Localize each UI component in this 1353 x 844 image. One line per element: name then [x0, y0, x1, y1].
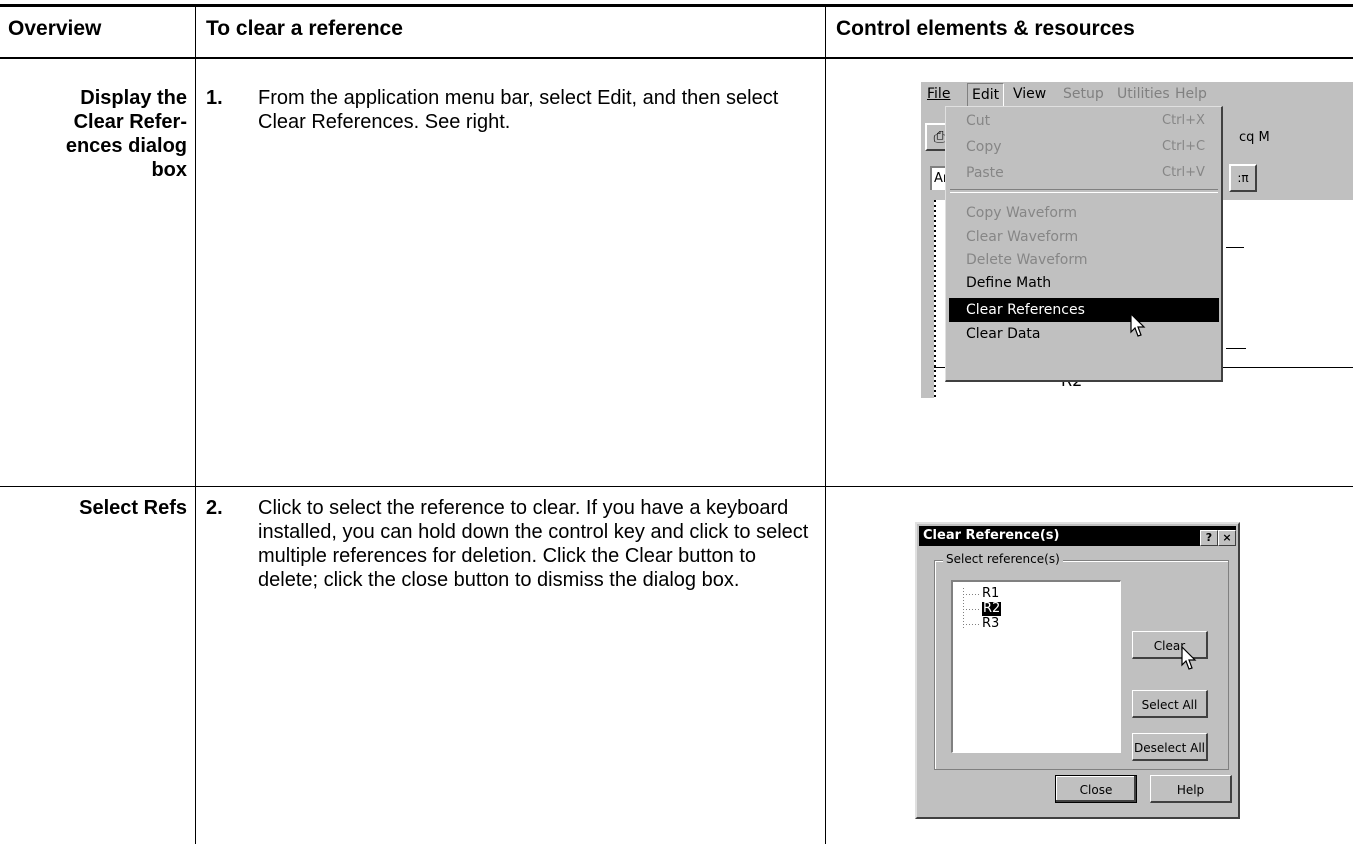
step-number-1: 1. — [206, 87, 223, 109]
shortcut-copy: Ctrl+C — [1162, 139, 1206, 154]
waveform-trace — [1226, 348, 1246, 349]
menu-separator — [950, 189, 1218, 193]
toolbar-fragment: cq M — [1239, 130, 1270, 145]
clear-references-dialog: Clear Reference(s) ? × Select reference(… — [915, 522, 1240, 819]
edit-menu-screenshot: File Edit View Setup Utilities Help ⎙ Am… — [921, 82, 1353, 398]
help-icon[interactable]: ? — [1200, 530, 1218, 546]
tree-branch — [963, 594, 981, 595]
header-overview: Overview — [8, 17, 102, 40]
menu-item-cut[interactable]: Cut — [966, 113, 990, 129]
edit-dropdown-menu: Cut Ctrl+X Copy Ctrl+C Paste Ctrl+V Copy… — [945, 106, 1223, 382]
header-resources: Control elements & resources — [836, 17, 1135, 40]
shortcut-cut: Ctrl+X — [1162, 113, 1205, 128]
select-all-button[interactable]: Select All — [1132, 690, 1208, 718]
menu-item-clear-waveform[interactable]: Clear Waveform — [966, 229, 1078, 245]
toolbar-button-fragment[interactable]: :π — [1229, 164, 1257, 192]
menu-edit[interactable]: Edit — [967, 83, 1005, 107]
menu-item-clear-references[interactable]: Clear References — [966, 302, 1085, 318]
reference-list[interactable]: R1 R2 R3 — [951, 580, 1121, 753]
step-text-1: From the application menu bar, select Ed… — [258, 87, 779, 133]
overview-step-1: Display the Clear Refer- ences dialog bo… — [65, 87, 187, 181]
tree-branch — [963, 609, 981, 610]
header-rule — [0, 57, 1353, 59]
menu-item-define-math[interactable]: Define Math — [966, 275, 1051, 291]
menu-item-clear-data[interactable]: Clear Data — [966, 326, 1041, 342]
header-procedure: To clear a reference — [206, 17, 403, 40]
list-item-r3[interactable]: R3 — [982, 617, 999, 631]
waveform-trace — [1226, 247, 1244, 248]
mouse-pointer-icon — [1130, 313, 1146, 337]
help-button[interactable]: Help — [1150, 775, 1232, 803]
shortcut-paste: Ctrl+V — [1162, 165, 1205, 180]
waveform-axis — [934, 200, 936, 398]
menu-utilities[interactable]: Utilities — [1117, 86, 1170, 102]
close-icon[interactable]: × — [1218, 530, 1236, 546]
mouse-pointer-icon — [1181, 646, 1197, 670]
table-top-rule — [0, 4, 1353, 7]
column-divider-2 — [825, 7, 826, 844]
close-button[interactable]: Close — [1055, 775, 1137, 803]
tree-branch — [963, 624, 981, 625]
menu-item-paste[interactable]: Paste — [966, 165, 1004, 181]
overview-step-2: Select Refs — [79, 497, 187, 519]
step-number-2: 2. — [206, 497, 223, 519]
menu-bar: File Edit View Setup Utilities Help — [921, 82, 1353, 107]
column-divider-1 — [195, 7, 196, 844]
list-item-r2[interactable]: R2 — [982, 602, 1002, 616]
step-text-2: Click to select the reference to clear. … — [258, 497, 809, 591]
group-label: Select reference(s) — [943, 552, 1063, 566]
menu-item-delete-waveform[interactable]: Delete Waveform — [966, 252, 1088, 268]
list-item-r1[interactable]: R1 — [982, 587, 999, 601]
menu-item-copy-waveform[interactable]: Copy Waveform — [966, 205, 1077, 221]
deselect-all-button[interactable]: Deselect All — [1132, 733, 1208, 761]
menu-view[interactable]: View — [1013, 86, 1046, 102]
menu-file[interactable]: File — [927, 86, 950, 102]
dialog-title: Clear Reference(s) ? × — [919, 526, 1236, 546]
row-divider — [0, 486, 1353, 487]
menu-item-copy[interactable]: Copy — [966, 139, 1002, 155]
menu-setup[interactable]: Setup — [1063, 86, 1104, 102]
menu-help[interactable]: Help — [1175, 86, 1207, 102]
